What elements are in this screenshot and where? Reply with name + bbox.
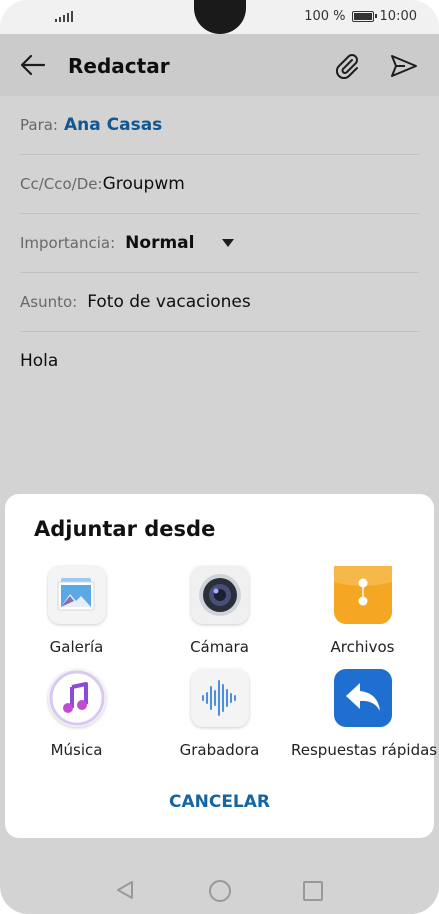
nav-back-icon[interactable] [116, 880, 134, 900]
navigation-bar [0, 860, 439, 914]
nav-recents-icon[interactable] [303, 881, 323, 901]
camera-notch [194, 0, 246, 34]
attach-sheet: Adjuntar desde Galería Cámara Archivos M… [5, 494, 438, 838]
cancel-button[interactable]: CANCELAR [5, 792, 434, 812]
attach-option-label: Respuestas rápidas [291, 741, 438, 759]
attach-option-music[interactable]: Música [5, 669, 148, 759]
attach-option-label: Archivos [330, 638, 395, 656]
attach-option-label: Cámara [190, 638, 249, 656]
attach-option-label: Música [50, 741, 103, 759]
sheet-title: Adjuntar desde [34, 517, 216, 541]
clock: 10:00 [379, 9, 417, 24]
attach-option-label: Grabadora [179, 741, 260, 759]
attach-option-label: Galería [49, 638, 104, 656]
status-right: 100 % 10:00 [304, 9, 417, 24]
attach-option-recorder[interactable]: Grabadora [148, 669, 291, 759]
files-icon [333, 566, 392, 624]
attach-option-gallery[interactable]: Galería [5, 566, 148, 656]
recorder-icon [190, 669, 249, 727]
attach-option-camera[interactable]: Cámara [148, 566, 291, 656]
attach-option-files[interactable]: Archivos [291, 566, 434, 656]
status-bar: 100 % 10:00 [0, 0, 439, 34]
phone-screen: 100 % 10:00 Redactar Para: Ana Casas Cc/… [0, 0, 439, 914]
battery-icon [351, 11, 377, 22]
nav-home-icon[interactable] [209, 880, 231, 902]
battery-percent: 100 % [304, 9, 346, 24]
signal-icon [55, 10, 73, 22]
camera-icon [190, 566, 249, 624]
quick-reply-icon [333, 669, 392, 727]
attach-option-quick-reply[interactable]: Respuestas rápidas [291, 669, 438, 759]
gallery-icon [47, 566, 106, 624]
music-icon [47, 669, 106, 727]
